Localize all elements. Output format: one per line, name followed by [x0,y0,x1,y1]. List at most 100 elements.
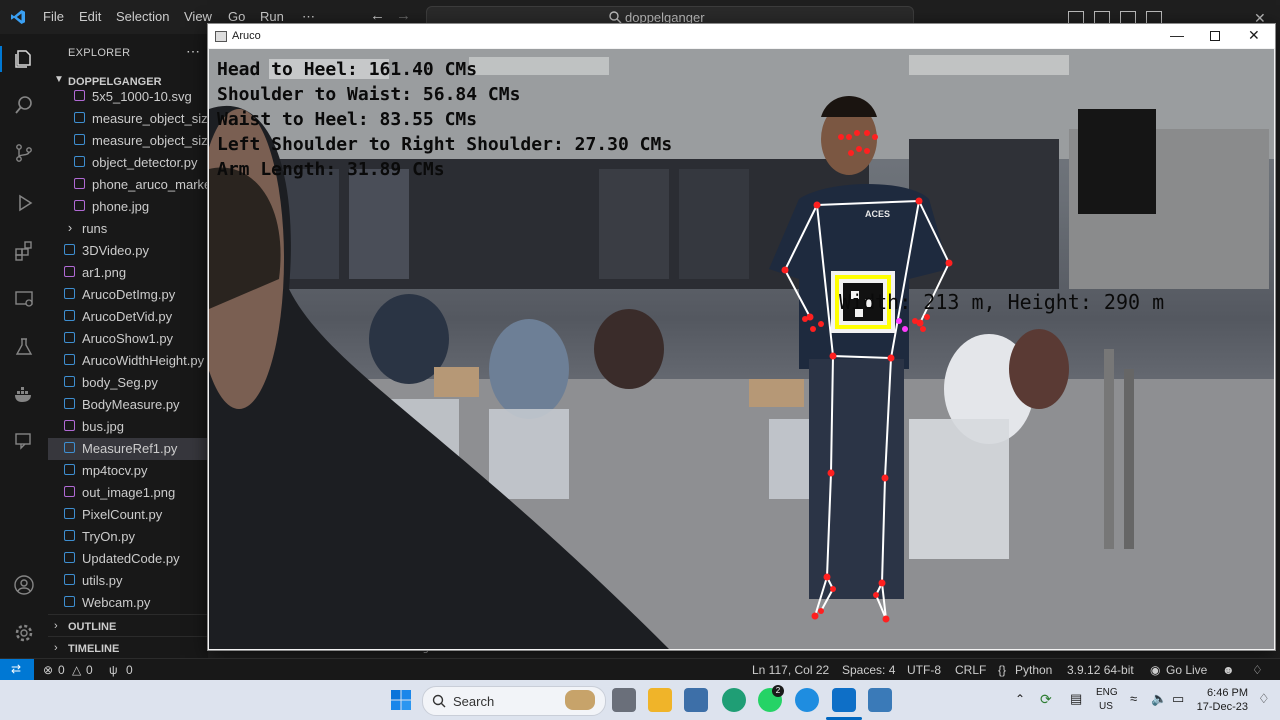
indentation[interactable]: Spaces: 4 [842,663,895,677]
measurement-shoulder-width: Left Shoulder to Right Shoulder: 27.30 C… [217,134,673,155]
file-tree-item[interactable]: measure_object_size [48,108,208,130]
taskbar-search-box[interactable]: Search [422,686,606,716]
file-tree-item[interactable]: BodyMeasure.py [48,394,208,416]
aruco-close-icon[interactable]: ✕ [1248,27,1260,44]
file-tree-item[interactable]: ArucoShow1.py [48,328,208,350]
file-tree-item[interactable]: MeasureRef1.py [48,438,208,460]
windows-start-icon[interactable] [390,689,412,711]
clock-time[interactable]: 6:46 PM [1194,687,1248,699]
file-tree-item[interactable]: TryOn.py [48,526,208,548]
file-tree-item[interactable]: mp4tocv.py [48,460,208,482]
python-window-icon[interactable] [868,688,892,712]
chatgpt-icon[interactable] [722,688,746,712]
menu-edit[interactable]: Edit [79,9,101,24]
back-arrow-icon[interactable]: ← [370,7,385,24]
copilot-icon[interactable]: ☻ [1222,663,1235,677]
menu-file[interactable]: File [43,9,64,24]
file-tree-item[interactable]: Webcam.py [48,592,208,614]
file-name: TryOn.py [82,529,135,544]
menu-go[interactable]: Go [228,9,245,24]
file-tree-item[interactable]: ar1.png [48,262,208,284]
vscode-taskbar-icon[interactable] [832,688,856,712]
explorer-more-icon[interactable]: ⋯ [186,43,200,60]
battery-icon[interactable]: ▭ [1172,691,1184,707]
warning-icon[interactable]: △ [72,663,81,677]
error-icon[interactable]: ⊗ [43,663,53,677]
menu-view[interactable]: View [184,9,212,24]
python-interpreter[interactable]: 3.9.12 64-bit [1067,663,1134,677]
remote-explorer-icon[interactable] [12,288,36,312]
ports-icon[interactable]: ψ [109,663,118,677]
measurement-arm-length: Arm Length: 31.89 CMs [217,159,445,180]
menu-selection[interactable]: Selection [116,9,169,24]
file-name: body_Seg.py [82,375,158,390]
wifi-icon[interactable]: ≈ [1130,691,1137,706]
source-control-icon[interactable] [12,142,36,166]
docker-icon[interactable] [12,384,36,408]
hidden-icons-chevron-icon[interactable]: ⌃ [1015,692,1025,706]
cursor-position[interactable]: Ln 117, Col 22 [752,663,829,677]
forward-arrow-icon[interactable]: → [396,7,411,24]
file-tree-item[interactable]: ArucoWidthHeight.py [48,350,208,372]
extensions-icon[interactable] [12,240,36,264]
volume-icon[interactable]: 🔈 [1151,691,1167,707]
chevron-right-icon: › [54,642,58,654]
go-live-button[interactable]: Go Live [1166,663,1207,677]
file-tree-item[interactable]: out_image1.png [48,482,208,504]
input-language[interactable]: ENG [1096,687,1118,698]
file-tree-item[interactable]: ArucoDetImg.py [48,284,208,306]
taskbar-search-icon [432,694,446,708]
explorer-title: EXPLORER [68,47,131,59]
chevron-right-icon: › [54,620,58,632]
file-tree-item[interactable]: phone.jpg [48,196,208,218]
timeline-section[interactable]: › TIMELINE [48,636,208,659]
file-tree-item[interactable]: bus.jpg [48,416,208,438]
file-tree-item[interactable]: utils.py [48,570,208,592]
testing-icon[interactable] [12,336,36,360]
photos-icon[interactable] [684,688,708,712]
line-endings[interactable]: CRLF [955,663,986,677]
accounts-icon[interactable] [12,574,36,598]
ports-count[interactable]: 0 [126,663,133,677]
file-tree-item[interactable]: UpdatedCode.py [48,548,208,570]
warning-count[interactable]: 0 [86,663,93,677]
live-share-icon[interactable] [12,430,36,454]
status-bar: ⇄ ⊗ 0 △ 0 ψ 0 Ln 117, Col 22 Spaces: 4 U… [0,658,1280,681]
outline-section[interactable]: › OUTLINE [48,614,208,637]
explorer-icon[interactable] [12,48,36,72]
file-explorer-icon[interactable] [648,688,672,712]
maximize-icon[interactable] [1210,31,1220,41]
clock-date[interactable]: 17-Dec-23 [1194,701,1248,713]
file-name: ArucoWidthHeight.py [82,353,205,368]
input-region[interactable]: US [1096,701,1116,712]
image-file-icon [74,178,85,189]
measurement-waist-to-heel: Waist to Heel: 83.55 CMs [217,109,478,130]
file-tree-item[interactable]: 5x5_1000-10.svg [48,86,208,108]
encoding[interactable]: UTF-8 [907,663,941,677]
file-tree-item[interactable]: body_Seg.py [48,372,208,394]
file-tree-item[interactable]: measure_object_size [48,130,208,152]
file-name: 5x5_1000-10.svg [92,89,192,104]
menu-run[interactable]: Run [260,9,284,24]
file-tree-item[interactable]: ArucoDetVid.py [48,306,208,328]
go-live-icon[interactable]: ◉ [1150,663,1160,677]
security-icon[interactable]: ▤ [1070,691,1082,707]
file-tree-item[interactable]: object_detector.py [48,152,208,174]
notifications-bell-icon[interactable]: ♢ [1252,663,1263,677]
edge-icon[interactable] [795,688,819,712]
braces-icon[interactable]: {} [998,663,1006,677]
file-tree-item[interactable]: 3DVideo.py [48,240,208,262]
file-tree-item[interactable]: PixelCount.py [48,504,208,526]
minimize-icon[interactable]: — [1170,27,1184,43]
task-view-icon[interactable] [612,688,636,712]
remote-indicator[interactable]: ⇄ [0,659,34,681]
error-count[interactable]: 0 [58,663,65,677]
search-view-icon[interactable] [12,94,36,118]
sync-icon[interactable]: ⟳ [1040,691,1052,708]
file-tree-item[interactable]: phone_aruco_marke [48,174,208,196]
notification-center-icon[interactable]: ♢ [1258,691,1270,707]
run-debug-icon[interactable] [12,192,36,216]
language-mode[interactable]: Python [1015,663,1052,677]
manage-gear-icon[interactable] [12,622,36,646]
file-tree-item[interactable]: › runs [48,218,208,240]
